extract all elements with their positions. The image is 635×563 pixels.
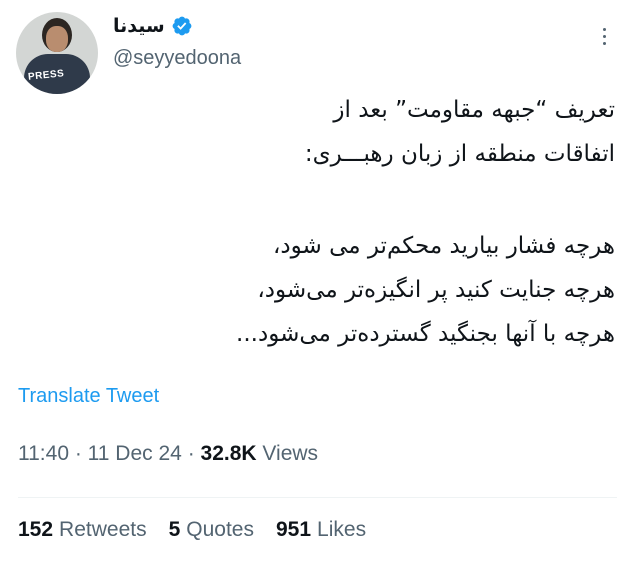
tweet-line: هرچه جنایت کنید پر انگیزه‌تر می‌شود، (257, 277, 615, 303)
likes-stat[interactable]: 951 Likes (276, 518, 366, 542)
meta-separator: · (74, 442, 88, 465)
avatar[interactable]: PRESS (16, 12, 98, 94)
quotes-label: Quotes (186, 518, 254, 541)
author-handle[interactable]: @seyyedoona (113, 47, 241, 70)
engagement-stats: 152 Retweets 5 Quotes 951 Likes (18, 518, 366, 542)
author-name-row[interactable]: سیدنا (113, 12, 193, 40)
avatar-face-shape (46, 26, 68, 52)
tweet-paragraph-gap (15, 176, 615, 224)
verified-badge-icon (172, 16, 192, 36)
retweets-label: Retweets (59, 518, 147, 541)
views-count: 32.8K (200, 442, 257, 465)
quotes-stat[interactable]: 5 Quotes (169, 518, 254, 542)
retweets-stat[interactable]: 152 Retweets (18, 518, 147, 542)
tweet-line: اتفاقات منطقه از زبان رهبـــری: (304, 141, 615, 167)
author-display-name[interactable]: سیدنا (113, 15, 165, 37)
meta-separator: · (187, 442, 201, 465)
tweet-line: تعریف “جبهه مقاومت” بعد از (333, 97, 615, 123)
retweets-count: 152 (18, 518, 54, 541)
likes-count: 951 (276, 518, 312, 541)
tweet-text: تعریف “جبهه مقاومت” بعد از اتفاقات منطقه… (15, 88, 615, 356)
divider (18, 497, 617, 498)
quotes-count: 5 (168, 518, 181, 541)
more-options-icon[interactable] (596, 28, 612, 50)
views-label: Views (262, 442, 319, 465)
likes-label: Likes (317, 518, 367, 541)
tweet-metadata: 11:40 · 11 Dec 24 · 32.8K Views (18, 442, 318, 466)
tweet-line: هرچه فشار بیارید محکم‌تر می شود، (272, 233, 615, 259)
translate-tweet-link[interactable]: Translate Tweet (18, 385, 159, 408)
tweet-time[interactable]: 11:40 (18, 442, 69, 465)
tweet-line: هرچه با آنها بجنگید گسترده‌تر می‌شود... (236, 321, 615, 347)
tweet-date[interactable]: 11 Dec 24 (88, 442, 182, 465)
